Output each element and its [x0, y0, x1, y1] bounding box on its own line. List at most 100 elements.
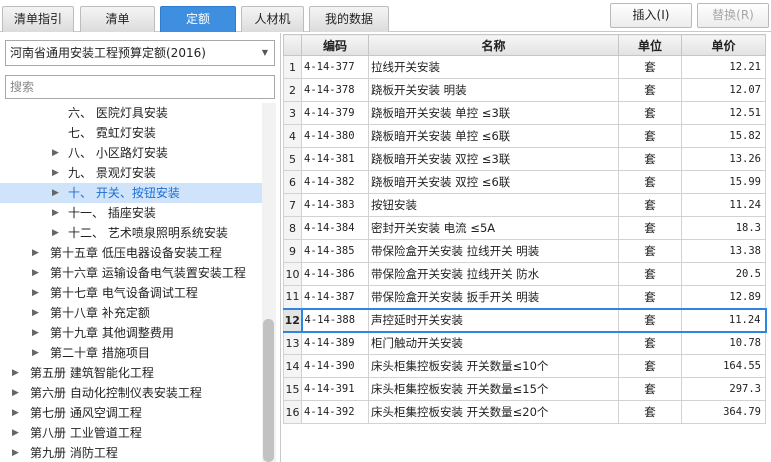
tree-node[interactable]: ▶ 第十七章 电气设备调试工程 [0, 283, 262, 303]
price-cell[interactable]: 297.3 [681, 377, 766, 401]
tree-node[interactable]: ▶ 第五册 建筑智能化工程 [0, 363, 262, 383]
code-cell[interactable]: 4-14-377 [301, 55, 369, 79]
name-cell[interactable]: 柜门触动开关安装 [368, 331, 619, 355]
tree-node[interactable]: ▶ 九、 景观灯安装 [0, 163, 262, 183]
code-cell[interactable]: 4-14-387 [301, 285, 369, 309]
code-cell[interactable]: 4-14-384 [301, 216, 369, 240]
header-unit[interactable]: 单位 [618, 34, 682, 56]
price-cell[interactable]: 12.07 [681, 78, 766, 102]
tab-labor-material-machine[interactable]: 人材机 [241, 6, 304, 32]
header-price[interactable]: 单价 [681, 34, 766, 56]
tree-node[interactable]: 七、 霓虹灯安装 [0, 123, 262, 143]
header-code[interactable]: 编码 [301, 34, 369, 56]
price-cell[interactable]: 12.21 [681, 55, 766, 79]
table-row[interactable]: 9 4-14-385 带保险盒开关安装 拉线开关 明装套 13.38 [283, 239, 766, 263]
name-cell[interactable]: 床头柜集控板安装 开关数量≤10个 [368, 354, 619, 378]
price-cell[interactable]: 15.82 [681, 124, 766, 148]
code-cell[interactable]: 4-14-381 [301, 147, 369, 171]
code-cell[interactable]: 4-14-389 [301, 331, 369, 355]
expand-arrow-icon[interactable]: ▶ [52, 203, 59, 223]
tree-node[interactable]: ▶ 第十六章 运输设备电气装置安装工程 [0, 263, 262, 283]
price-cell[interactable]: 12.89 [681, 285, 766, 309]
unit-cell[interactable]: 套 [618, 285, 682, 309]
tree-node[interactable]: ▶ 第十八章 补充定额 [0, 303, 262, 323]
unit-cell[interactable]: 套 [618, 147, 682, 171]
tab-quota[interactable]: 定额 [160, 6, 236, 32]
name-cell[interactable]: 带保险盒开关安装 扳手开关 明装 [368, 285, 619, 309]
expand-arrow-icon[interactable]: ▶ [52, 163, 59, 183]
table-row[interactable]: 5 4-14-381 跷板暗开关安装 双控 ≤3联套 13.26 [283, 147, 766, 171]
tree-node[interactable]: ▶ 第二十章 措施项目 [0, 343, 262, 363]
unit-cell[interactable]: 套 [618, 193, 682, 217]
expand-arrow-icon[interactable]: ▶ [32, 263, 39, 283]
tree-node[interactable]: 六、 医院灯具安装 [0, 103, 262, 123]
code-cell[interactable]: 4-14-388 [300, 307, 369, 333]
table-row[interactable]: 10 4-14-386 带保险盒开关安装 拉线开关 防水套 20.5 [283, 262, 766, 286]
name-cell[interactable]: 带保险盒开关安装 拉线开关 明装 [368, 239, 619, 263]
tab-list-guide[interactable]: 清单指引 [2, 6, 74, 32]
table-row[interactable]: 7 4-14-383 按钮安装套 11.24 [283, 193, 766, 217]
name-cell[interactable]: 密封开关安装 电流 ≤5A [368, 216, 619, 240]
name-cell[interactable]: 跷板开关安装 明装 [368, 78, 619, 102]
code-cell[interactable]: 4-14-391 [301, 377, 369, 401]
table-row[interactable]: 14 4-14-390 床头柜集控板安装 开关数量≤10个套 164.55 [283, 354, 766, 378]
table-row[interactable]: 13 4-14-389 柜门触动开关安装套 10.78 [283, 331, 766, 355]
name-cell[interactable]: 声控延时开关安装 [368, 307, 619, 333]
tree-node[interactable]: ▶ 第九册 消防工程 [0, 443, 262, 462]
table-row[interactable]: 11 4-14-387 带保险盒开关安装 扳手开关 明装套 12.89 [283, 285, 766, 309]
tab-list[interactable]: 清单 [80, 6, 155, 32]
expand-arrow-icon[interactable]: ▶ [52, 143, 59, 163]
unit-cell[interactable]: 套 [618, 216, 682, 240]
unit-cell[interactable]: 套 [618, 101, 682, 125]
expand-arrow-icon[interactable]: ▶ [52, 223, 59, 243]
price-cell[interactable]: 10.78 [681, 331, 766, 355]
table-row[interactable]: 16 4-14-392 床头柜集控板安装 开关数量≤20个套 364.79 [283, 400, 766, 424]
name-cell[interactable]: 带保险盒开关安装 拉线开关 防水 [368, 262, 619, 286]
tree-node[interactable]: ▶ 第十九章 其他调整费用 [0, 323, 262, 343]
tree-node[interactable]: ▶ 十二、 艺术喷泉照明系统安装 [0, 223, 262, 243]
unit-cell[interactable]: 套 [618, 307, 682, 333]
unit-cell[interactable]: 套 [618, 239, 682, 263]
code-cell[interactable]: 4-14-383 [301, 193, 369, 217]
expand-arrow-icon[interactable]: ▶ [12, 383, 19, 403]
tree-node[interactable]: ▶ 第六册 自动化控制仪表安装工程 [0, 383, 262, 403]
expand-arrow-icon[interactable]: ▶ [32, 303, 39, 323]
unit-cell[interactable]: 套 [618, 262, 682, 286]
name-cell[interactable]: 按钮安装 [368, 193, 619, 217]
expand-arrow-icon[interactable]: ▶ [32, 243, 39, 263]
price-cell[interactable]: 18.3 [681, 216, 766, 240]
price-cell[interactable]: 164.55 [681, 354, 766, 378]
search-input[interactable] [5, 75, 275, 99]
unit-cell[interactable]: 套 [618, 124, 682, 148]
table-row[interactable]: 2 4-14-378 跷板开关安装 明装套 12.07 [283, 78, 766, 102]
expand-arrow-icon[interactable]: ▶ [32, 343, 39, 363]
tree-node[interactable]: ▶ 第七册 通风空调工程 [0, 403, 262, 423]
expand-arrow-icon[interactable]: ▶ [32, 283, 39, 303]
price-cell[interactable]: 11.24 [681, 193, 766, 217]
replace-button[interactable]: 替换(R) [697, 3, 769, 28]
tree-node[interactable]: ▶ 八、 小区路灯安装 [0, 143, 262, 163]
tree-node[interactable]: ▶ 第十五章 低压电器设备安装工程 [0, 243, 262, 263]
code-cell[interactable]: 4-14-385 [301, 239, 369, 263]
name-cell[interactable]: 跷板暗开关安装 单控 ≤3联 [368, 101, 619, 125]
tree-node[interactable]: ▶ 第八册 工业管道工程 [0, 423, 262, 443]
code-cell[interactable]: 4-14-386 [301, 262, 369, 286]
expand-arrow-icon[interactable]: ▶ [32, 323, 39, 343]
table-row[interactable]: 6 4-14-382 跷板暗开关安装 双控 ≤6联套 15.99 [283, 170, 766, 194]
price-cell[interactable]: 12.51 [681, 101, 766, 125]
code-cell[interactable]: 4-14-392 [301, 400, 369, 424]
name-cell[interactable]: 床头柜集控板安装 开关数量≤15个 [368, 377, 619, 401]
code-cell[interactable]: 4-14-382 [301, 170, 369, 194]
unit-cell[interactable]: 套 [618, 78, 682, 102]
header-name[interactable]: 名称 [368, 34, 619, 56]
price-cell[interactable]: 15.99 [681, 170, 766, 194]
price-cell[interactable]: 364.79 [681, 400, 766, 424]
price-cell[interactable]: 13.38 [681, 239, 766, 263]
unit-cell[interactable]: 套 [618, 400, 682, 424]
code-cell[interactable]: 4-14-390 [301, 354, 369, 378]
expand-arrow-icon[interactable]: ▶ [12, 403, 19, 423]
price-cell[interactable]: 13.26 [681, 147, 766, 171]
unit-cell[interactable]: 套 [618, 55, 682, 79]
table-row[interactable]: 12 4-14-388 声控延时开关安装套 11.24 [283, 307, 767, 333]
unit-cell[interactable]: 套 [618, 170, 682, 194]
